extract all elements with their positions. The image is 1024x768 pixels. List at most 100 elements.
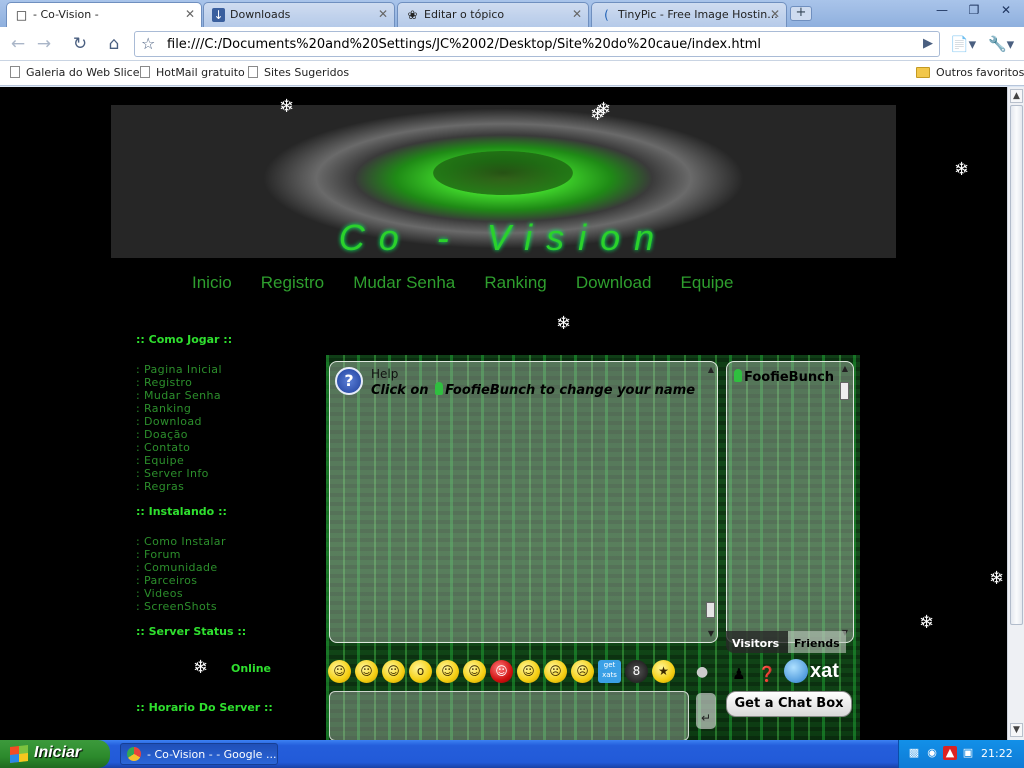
frown-icon[interactable]: ☹ [571,660,594,683]
mad-icon[interactable]: ☺ [490,660,513,683]
bookmark-galeria[interactable]: Galeria do Web Slice [10,66,140,79]
user-list-scrollbar[interactable]: ▲ ▼ [839,364,851,640]
clock[interactable]: 21:22 [981,747,1013,760]
tab-friends[interactable]: Friends [788,631,846,653]
sidebar-item[interactable]: : Server Info [136,467,316,480]
help-icon[interactable]: ❓ [756,663,778,685]
sad-icon[interactable]: ☹ [544,660,567,683]
help-username[interactable]: FoofieBunch [445,383,535,398]
nav-download[interactable]: Download [576,273,652,292]
tab-tinypic[interactable]: ( TinyPic - Free Image Hostin... ✕ [591,2,787,27]
sidebar-item[interactable]: : Como Instalar [136,535,316,548]
close-tab-icon[interactable]: ✕ [572,7,582,21]
chat-input[interactable] [329,691,689,740]
other-bookmarks[interactable]: Outros favoritos [916,66,1024,79]
sidebar-item[interactable]: : Videos [136,587,316,600]
address-bar[interactable]: ☆ file:///C:/Documents%20and%20Settings/… [134,31,940,57]
taskbar-window-button[interactable]: - Co-Vision - - Google ... [120,743,278,765]
tab-editar-topico[interactable]: ❀ Editar o tópico ✕ [397,2,589,27]
start-label: Iniciar [34,744,82,761]
wrench-icon[interactable]: 🔧▾ [988,35,1014,53]
users-icon[interactable]: ♟ [728,663,750,685]
close-tab-icon[interactable]: ✕ [378,7,388,21]
scroll-up-icon[interactable]: ▲ [705,364,717,376]
scroll-thumb[interactable] [706,602,715,618]
sidebar-item[interactable]: : Regras [136,480,316,493]
home-icon[interactable]: ⌂ [102,33,126,55]
start-button[interactable]: Iniciar [0,740,110,768]
antivirus-icon[interactable]: ▲ [943,746,957,760]
close-window-icon[interactable]: ✕ [992,1,1020,19]
chat-message-area[interactable]: ? Help Click on FoofieBunch to change yo… [329,361,718,643]
eight-ball-icon[interactable]: 8 [625,660,648,683]
wink-icon[interactable]: ☺ [382,660,405,683]
nav-mudar-senha[interactable]: Mudar Senha [353,273,455,292]
volume-icon[interactable]: ▣ [961,746,975,760]
sidebar-item[interactable]: : Equipe [136,454,316,467]
user-icon [435,382,444,395]
scroll-thumb[interactable] [1010,105,1023,625]
security-icon[interactable]: ◉ [925,746,939,760]
sound-icon[interactable]: ● [696,664,716,682]
xat-logo[interactable]: xat [784,659,854,685]
tab-downloads[interactable]: ↓ Downloads ✕ [203,2,395,27]
user-list-item[interactable]: FoofieBunch [732,369,834,385]
smile-icon[interactable]: ☺ [328,660,351,683]
bookmark-sites-sugeridos[interactable]: Sites Sugeridos [248,66,349,79]
forward-arrow-icon[interactable]: → [32,33,56,55]
help-icon[interactable]: ? [335,367,363,395]
maximize-icon[interactable]: ❐ [960,1,988,19]
scroll-down-icon[interactable]: ▼ [1010,723,1023,737]
tab-visitors[interactable]: Visitors [726,631,788,653]
surprised-icon[interactable]: o [409,660,432,683]
nav-inicio[interactable]: Inicio [192,273,232,292]
tongue-icon[interactable]: ☺ [436,660,459,683]
new-tab-button[interactable]: + [790,6,812,21]
page-scrollbar[interactable]: ▲ ▼ [1007,87,1024,740]
sidebar-item[interactable]: : Contato [136,441,316,454]
scroll-down-icon[interactable]: ▼ [705,628,717,640]
network-icon[interactable]: ▩ [907,746,921,760]
nav-equipe[interactable]: Equipe [681,273,734,292]
page-menu-icon[interactable]: 📄▾ [950,35,976,53]
minimize-icon[interactable]: — [928,1,956,19]
sidebar-item[interactable]: : Parceiros [136,574,316,587]
scroll-up-icon[interactable]: ▲ [1010,89,1023,103]
bookmark-hotmail[interactable]: HotMail gratuito [140,66,245,79]
swirl-icon: ❀ [407,8,418,22]
tab-strip: □ - Co-Vision - ✕ ↓ Downloads ✕ ❀ Editar… [0,0,1024,28]
sidebar-item[interactable]: : Comunidade [136,561,316,574]
sidebar-item[interactable]: : Forum [136,548,316,561]
close-tab-icon[interactable]: ✕ [770,7,780,21]
get-xats-icon[interactable]: get xats [598,660,621,683]
party-icon[interactable]: ★ [652,660,675,683]
sidebar-item[interactable]: : Doação [136,428,316,441]
page-icon [10,66,20,78]
sidebar-item[interactable]: : ScreenShots [136,600,316,613]
sidebar-item[interactable]: : Download [136,415,316,428]
window-controls: — ❐ ✕ [928,1,1020,19]
sidebar-item[interactable]: : Ranking [136,402,316,415]
tab-co-vision[interactable]: □ - Co-Vision - ✕ [6,2,202,28]
go-icon[interactable]: ▶ [923,36,933,51]
nav-registro[interactable]: Registro [261,273,324,292]
sidebar-item[interactable]: : Registro [136,376,316,389]
reload-icon[interactable]: ↻ [68,33,92,55]
windows-logo-icon [10,745,28,763]
page-icon [248,66,258,78]
main-nav: Inicio Registro Mudar Senha Ranking Down… [192,273,757,293]
back-arrow-icon[interactable]: ← [6,33,30,55]
chat-scrollbar[interactable]: ▲ ▼ [704,362,718,642]
send-button[interactable]: ↵ [696,693,716,729]
scroll-thumb[interactable] [840,382,849,400]
close-tab-icon[interactable]: ✕ [185,7,195,21]
cool-icon[interactable]: ☺ [463,660,486,683]
bookmark-star-icon[interactable]: ☆ [141,34,155,53]
nav-ranking[interactable]: Ranking [484,273,546,292]
grin-icon[interactable]: ☺ [355,660,378,683]
sidebar-item[interactable]: : Mudar Senha [136,389,316,402]
confused-icon[interactable]: ☺ [517,660,540,683]
scroll-up-icon[interactable]: ▲ [839,364,851,376]
get-chat-box-button[interactable]: Get a Chat Box [726,691,852,717]
sidebar-item[interactable]: : Pagina Inicial [136,363,316,376]
